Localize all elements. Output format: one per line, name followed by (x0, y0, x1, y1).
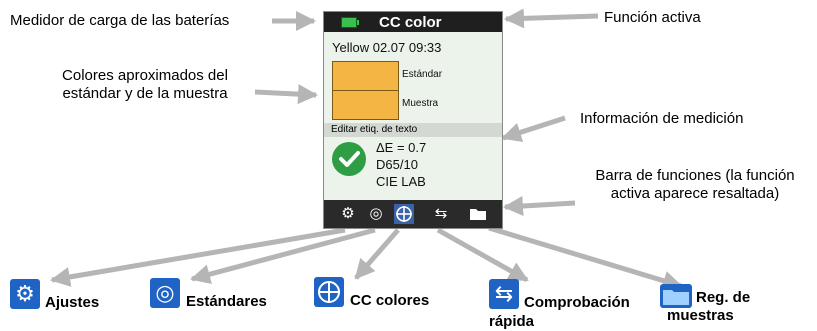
illuminant-value: D65/10 (376, 157, 418, 172)
check-icon (332, 142, 366, 176)
title-bar: CC color (324, 12, 502, 32)
arrow-measurement-info (501, 115, 566, 142)
battery-icon (341, 17, 359, 28)
standard-label: Estándar (402, 69, 443, 80)
callout-toolbar-line1: Barra de funciones (la función (595, 167, 795, 184)
callout-toolbar-line2: activa aparece resaltada) (610, 185, 780, 202)
callout-toolbar: Barra de funciones (la función activa ap… (575, 167, 815, 203)
arrow-settings (50, 227, 346, 287)
arrow-standards (190, 227, 376, 285)
folder-icon[interactable] (468, 204, 488, 224)
standards-icon: ◎ (150, 278, 180, 308)
legend-quick-check-2: rápida (489, 313, 535, 330)
arrows-icon[interactable]: ⇆ (426, 204, 456, 224)
legend-color-qc: CC colores (350, 292, 430, 309)
arrow-active-function (504, 8, 599, 29)
sample-label: Muestra (402, 98, 439, 109)
arrow-toolbar (503, 195, 576, 216)
gear-icon[interactable]: ⚙ (338, 204, 358, 224)
callout-colors: Colores aproximados del estándar y de la… (40, 67, 250, 103)
color-space-value: CIE LAB (376, 174, 426, 189)
sample-swatch (332, 90, 399, 120)
callout-active-function: Función activa (604, 9, 701, 26)
legend-quick-check-1: Comprobación (524, 294, 630, 311)
quick-check-icon: ⇆ (489, 279, 519, 309)
screen-title: CC color (379, 14, 442, 31)
delta-e-value: ΔE = 0.7 (376, 140, 427, 155)
settings-icon: ⚙ (10, 279, 40, 309)
standard-swatch (332, 61, 399, 91)
sample-name: Yellow 02.07 09:33 (332, 40, 442, 55)
records-icon (660, 284, 692, 308)
arrow-colors (254, 84, 318, 105)
callout-measurement-info: Información de medición (580, 110, 744, 127)
crosshair-icon[interactable] (394, 204, 414, 224)
function-toolbar: ⚙ ◎ ⇆ (324, 200, 502, 228)
legend-settings: Ajustes (45, 294, 100, 311)
legend-records-2: muestras (667, 307, 734, 324)
edit-label-button[interactable]: Editar etiq. de texto (324, 123, 502, 137)
device-screen: CC color Yellow 02.07 09:33 Estándar Mue… (323, 11, 503, 229)
callout-colors-line2: estándar y de la muestra (62, 85, 228, 102)
callout-colors-line1: Colores aproximados del (62, 67, 228, 84)
legend-standards: Estándares (186, 293, 267, 310)
callout-battery: Medidor de carga de las baterías (10, 12, 230, 29)
measurement-readout: ΔE = 0.7 D65/10 CIE LAB (376, 139, 426, 190)
legend-records-1: Reg. de (696, 289, 751, 306)
target-icon[interactable]: ◎ (366, 204, 386, 224)
arrow-color-qc (354, 228, 400, 280)
color-qc-icon (314, 277, 344, 307)
